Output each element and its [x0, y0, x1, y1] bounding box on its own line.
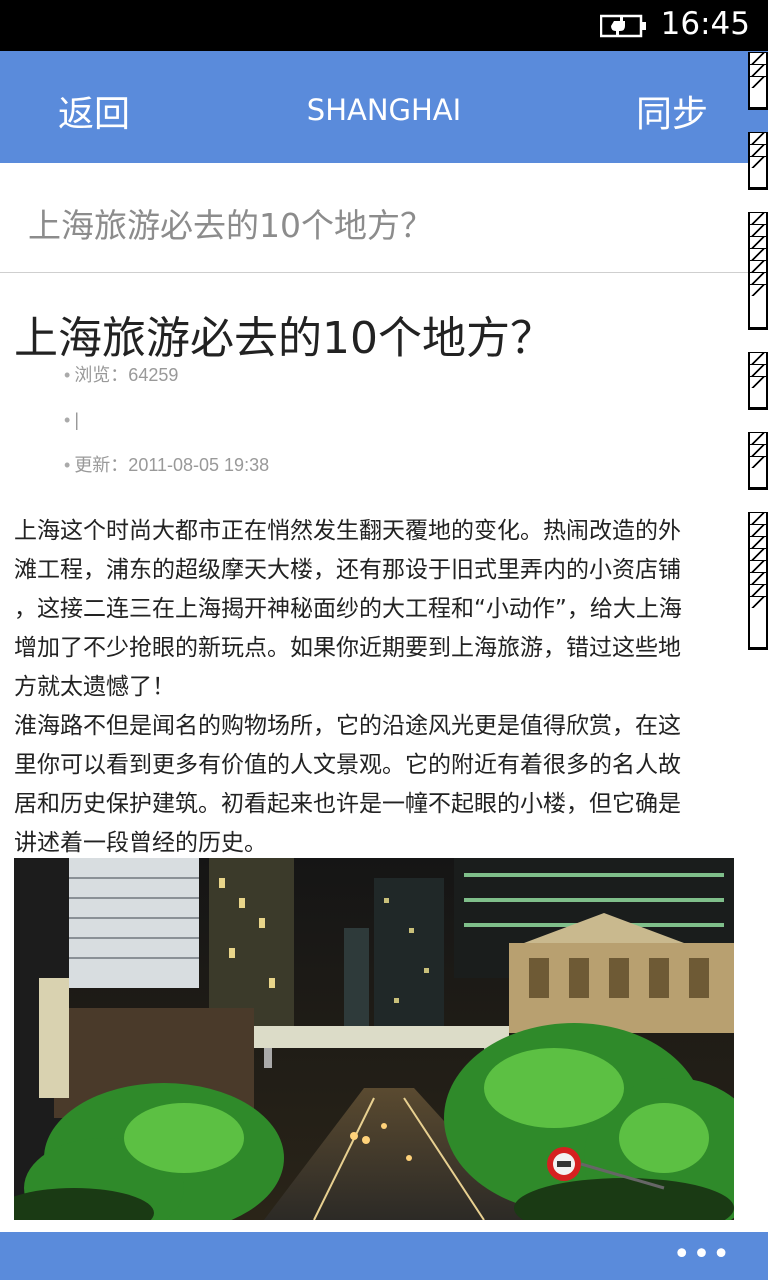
body-line: 增加了不少抢眼的新玩点。如果你近期要到上海旅游，错过这些地 — [14, 635, 681, 661]
body-line: 居和历史保护建筑。初看起来也许是一幢不起眼的小楼，但它确是 — [14, 791, 681, 817]
clock: 16:45 — [660, 6, 750, 42]
scroll-indicator — [748, 52, 768, 110]
scroll-indicator — [748, 512, 768, 650]
scroll-indicator — [748, 132, 768, 190]
article-photo — [14, 858, 734, 1220]
body-line: 方就太遗憾了！ — [14, 674, 175, 700]
scroll-indicator — [748, 212, 768, 330]
body-line: ，这接二连三在上海揭开神秘面纱的大工程和“小动作”，给大上海 — [14, 596, 682, 622]
status-bar: 16:45 — [0, 0, 768, 51]
article-content[interactable]: 上海旅游必去的10个地方？ • 浏览：64259 • | • 更新：2011-08-0… — [0, 274, 768, 1232]
more-ellipsis-icon[interactable]: ••• — [673, 1240, 732, 1270]
body-line: 上海这个时尚大都市正在悄然发生翻天覆地的变化。热闹改造的外 — [14, 518, 681, 544]
scroll-indicator — [748, 432, 768, 490]
app-bar: ••• — [0, 1232, 768, 1280]
article-title: 上海旅游必去的10个地方？ — [14, 313, 554, 364]
sync-button[interactable]: 同步 — [636, 85, 708, 137]
body-line: 淮海路不但是闻名的购物场所，它的沿途风光更是值得欣赏，在这 — [14, 713, 681, 739]
body-line: 里你可以看到更多有价值的人文景观。它的附近有着很多的名人故 — [14, 752, 681, 778]
meta-views: • 浏览：64259 — [64, 365, 179, 385]
article-body: 上海这个时尚大都市正在悄然发生翻天覆地的变化。热闹改造的外 滩工程，浦东的超级摩… — [14, 512, 768, 863]
app-header: 返回 SHANGHAI 同步 — [0, 51, 768, 163]
article-subheader: 上海旅游必去的10个地方？ — [0, 163, 768, 273]
subheader-title: 上海旅游必去的10个地方？ — [28, 206, 433, 245]
charging-battery-icon — [600, 14, 646, 38]
meta-separator: • | — [64, 410, 79, 430]
scroll-indicator — [748, 352, 768, 410]
meta-updated: • 更新：2011-08-05 19:38 — [64, 455, 270, 475]
article-meta: • 浏览：64259 • | • 更新：2011-08-05 19:38 — [64, 362, 269, 497]
body-line: 滩工程，浦东的超级摩天大楼，还有那设于旧式里弄内的小资店铺 — [14, 557, 681, 583]
